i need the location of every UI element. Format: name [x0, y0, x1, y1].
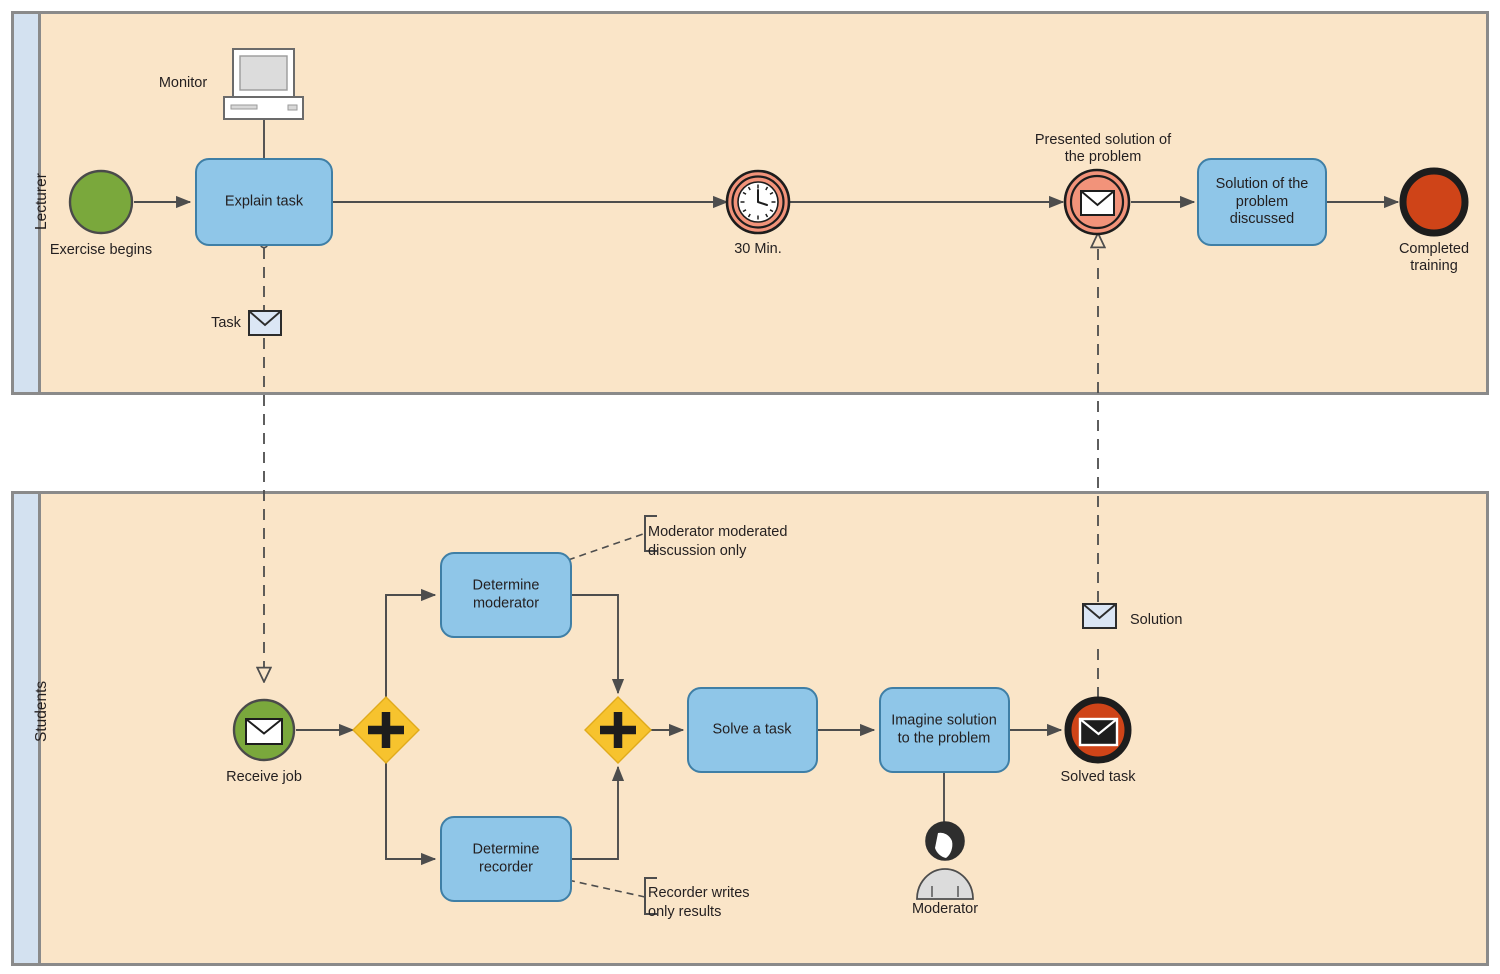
bpmn-diagram-canvas: Lecturer Students Monitor Explain task E… — [0, 0, 1500, 974]
label-solution-message: Solution — [1130, 612, 1183, 628]
node-exercise-begins[interactable] — [68, 169, 134, 235]
node-completed-training[interactable] — [1399, 167, 1469, 237]
label-explain-task: Explain task — [224, 193, 304, 210]
node-receive-job[interactable] — [232, 698, 296, 762]
label-receive-job: Receive job — [226, 769, 302, 785]
node-timer-30min[interactable] — [725, 169, 791, 235]
label-task-message: Task — [211, 315, 241, 331]
envelope-icon-task — [248, 310, 282, 336]
label-exercise-begins: Exercise begins — [49, 242, 153, 258]
label-solution-discussed: Solution of the problem discussed — [1215, 175, 1309, 227]
label-solved-task: Solved task — [1060, 769, 1136, 785]
lane-title-lecturer: Lecturer — [33, 173, 50, 230]
label-imagine-solution: Imagine solution to the problem — [891, 712, 997, 747]
label-determine-recorder: Determine recorder — [472, 841, 540, 876]
label-solve-a-task: Solve a task — [712, 721, 792, 738]
monitor-icon — [223, 48, 304, 120]
label-presented-solution: Presented solution of the problem — [1034, 132, 1172, 165]
label-completed-training: Completed training — [1398, 241, 1470, 274]
node-solved-task[interactable] — [1064, 696, 1132, 764]
label-determine-moderator: Determine moderator — [472, 577, 540, 612]
lane-title-students: Students — [33, 680, 50, 742]
label-timer-30min: 30 Min. — [734, 241, 782, 257]
envelope-icon-solution — [1082, 603, 1117, 629]
annotation-moderator-text: Moderator moderated discussion only — [648, 524, 788, 559]
label-moderator-role: Moderator — [911, 901, 979, 917]
annotation-recorder-text: Recorder writes only results — [648, 885, 750, 920]
label-monitor: Monitor — [158, 75, 208, 91]
node-presented-solution[interactable] — [1063, 168, 1131, 236]
